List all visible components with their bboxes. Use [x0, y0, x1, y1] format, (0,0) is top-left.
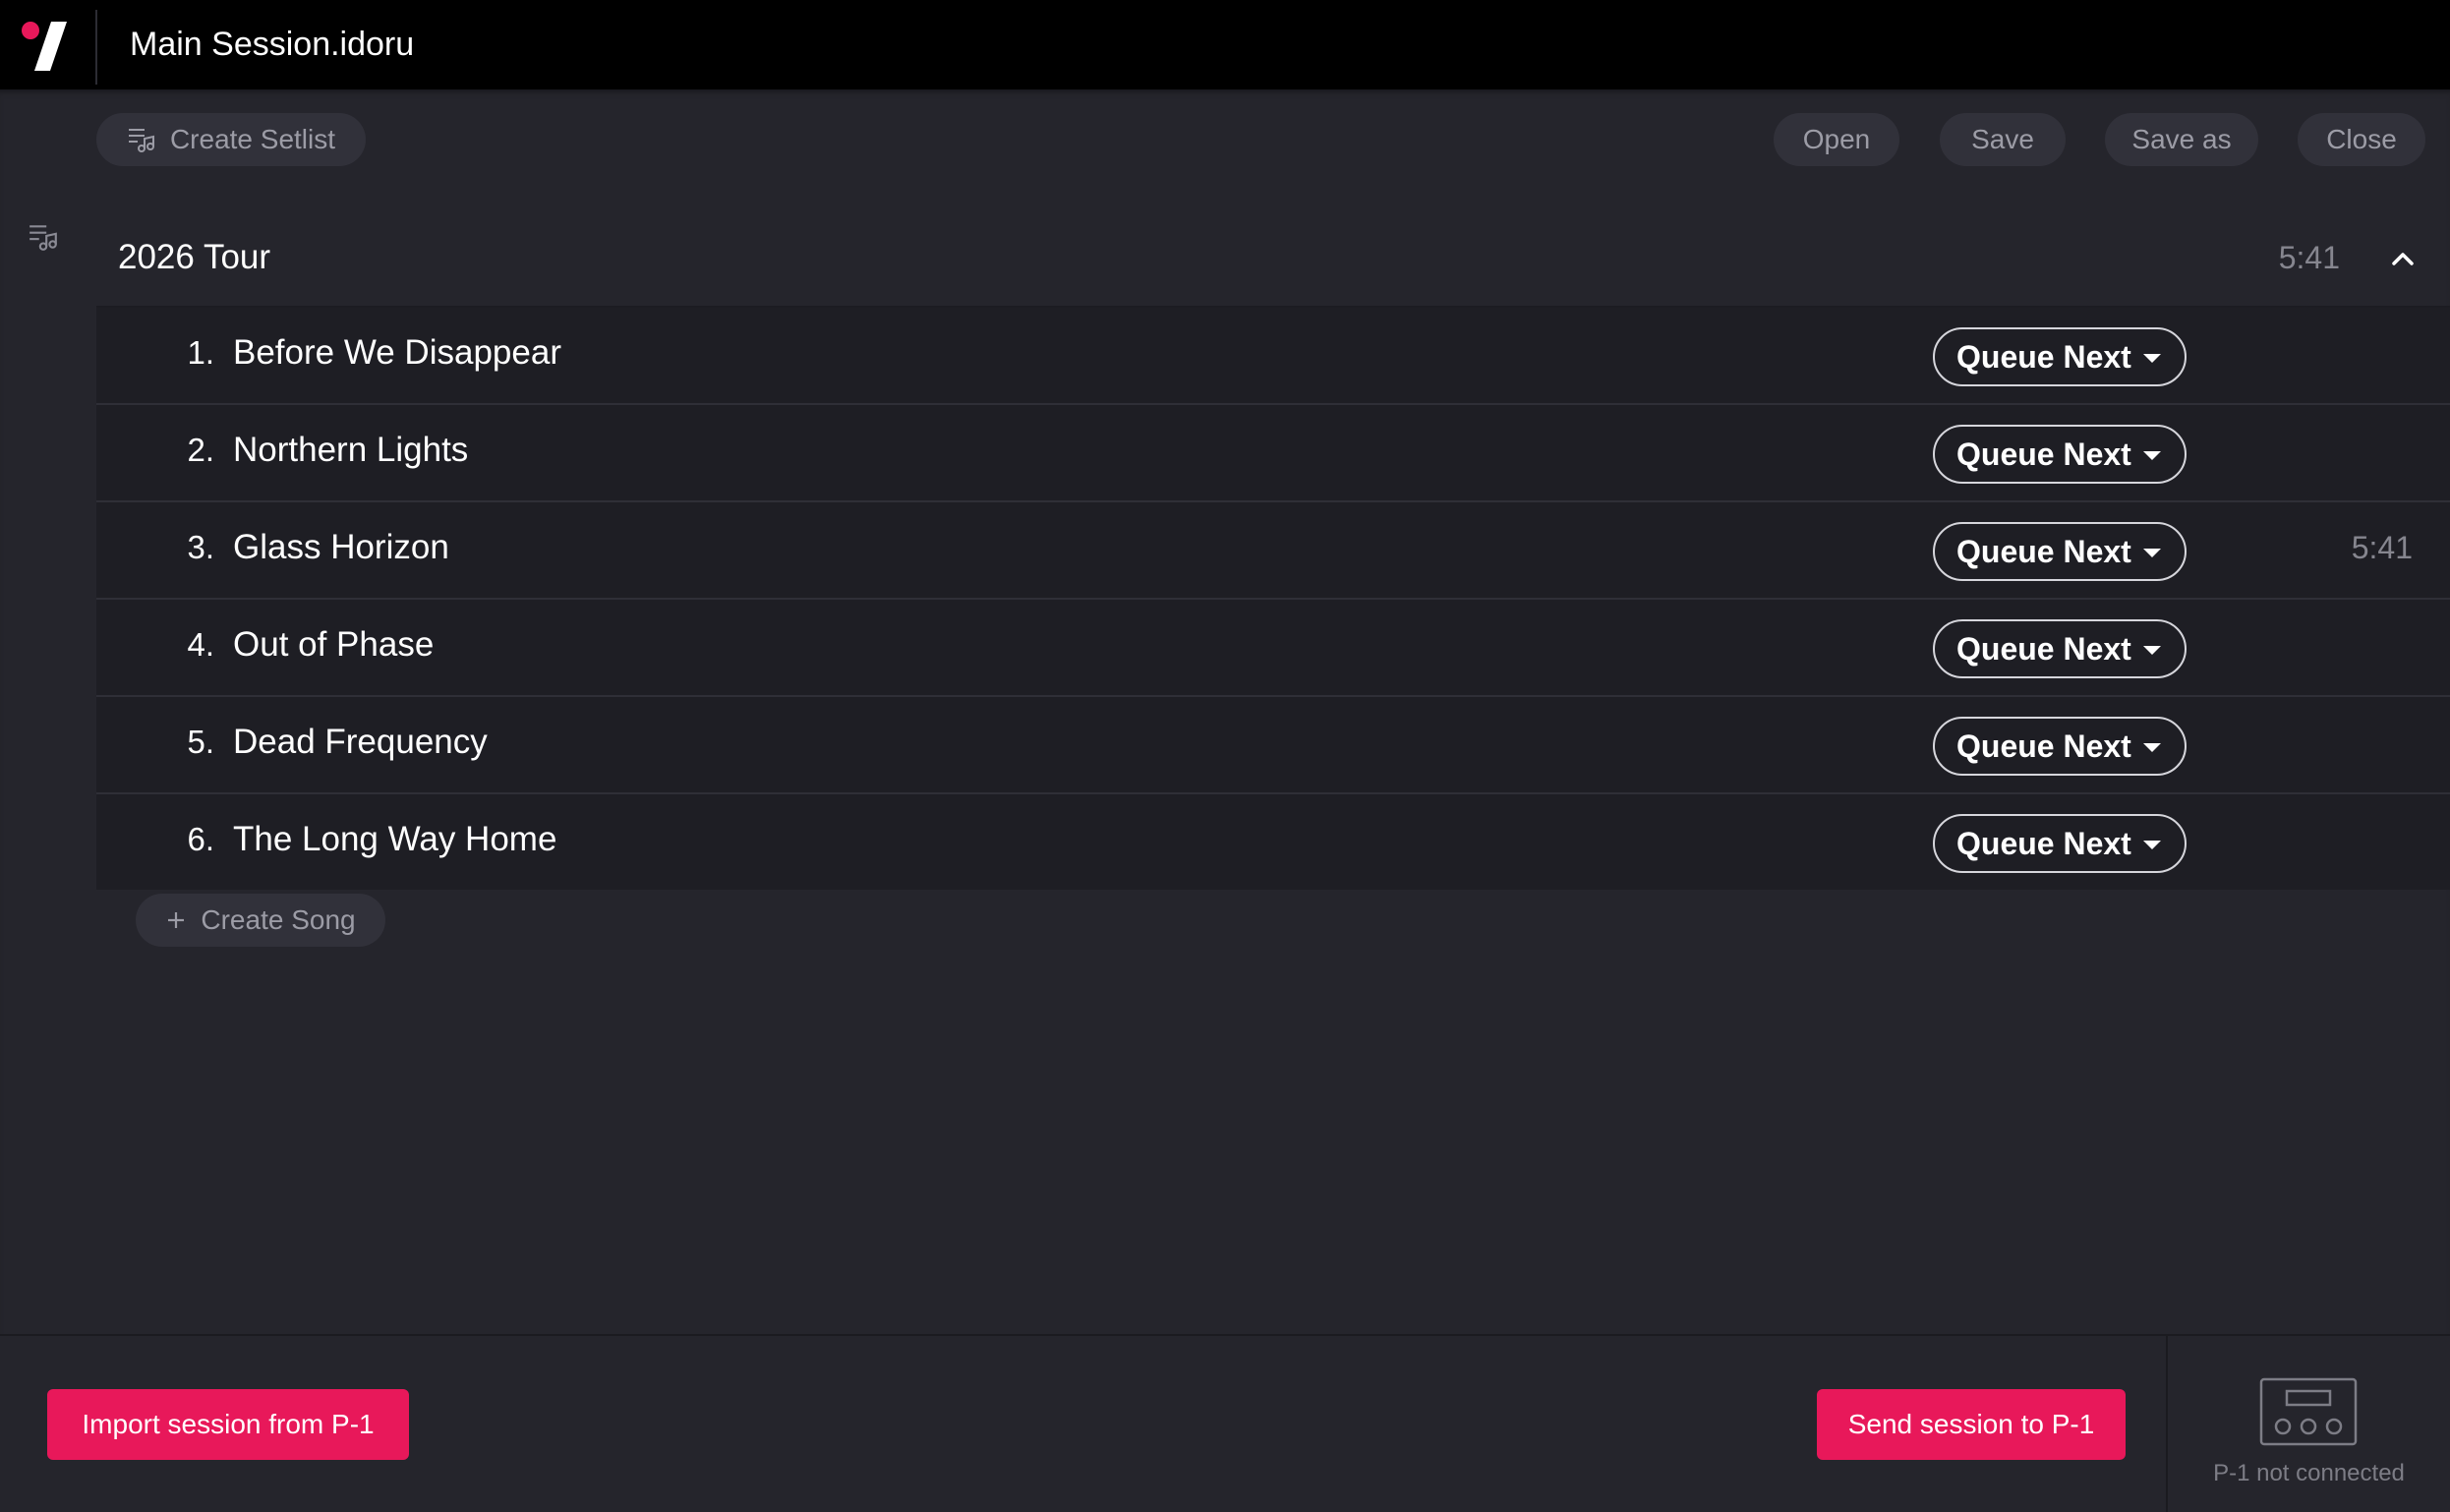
song-title: Northern Lights [233, 431, 469, 469]
create-setlist-label: Create Setlist [169, 124, 336, 154]
send-session-button[interactable]: Send session to P-1 [1817, 1389, 2126, 1460]
song-number: 1. [187, 334, 214, 371]
create-song-button[interactable]: Create Song [136, 894, 385, 947]
playlist-music-icon [127, 125, 156, 154]
queue-next-label: Queue Next [1956, 630, 2131, 667]
queue-next-dropdown[interactable]: Queue Next [1933, 425, 2187, 484]
queue-next-dropdown[interactable]: Queue Next [1933, 814, 2187, 873]
main-area: Create Setlist Open Save Save as Close 2… [0, 89, 2450, 1334]
queue-next-label: Queue Next [1956, 727, 2131, 764]
p1-device-icon [2259, 1377, 2358, 1446]
song-title: Dead Frequency [233, 723, 488, 761]
caret-down-icon [2143, 841, 2161, 849]
chevron-up-icon[interactable] [2385, 241, 2421, 276]
save-as-button[interactable]: Save as [2105, 113, 2258, 166]
queue-next-dropdown[interactable]: Queue Next [1933, 327, 2187, 386]
song-title: Glass Horizon [233, 528, 449, 566]
song-title: Before We Disappear [233, 333, 561, 372]
queue-next-label: Queue Next [1956, 533, 2131, 569]
song-number: 5. [187, 724, 214, 760]
queue-next-dropdown[interactable]: Queue Next [1933, 717, 2187, 776]
song-number: 3. [187, 529, 214, 565]
song-row[interactable]: 2. Northern Lights Queue Next [96, 405, 2450, 502]
caret-down-icon [2143, 646, 2161, 655]
create-setlist-button[interactable]: Create Setlist [96, 113, 366, 166]
song-row[interactable]: 3. Glass Horizon Queue Next 5:41 [96, 502, 2450, 600]
song-number: 4. [187, 626, 214, 663]
song-list: 1. Before We Disappear Queue Next 2. Nor… [96, 308, 2450, 890]
save-button[interactable]: Save [1940, 113, 2066, 166]
song-number: 6. [187, 821, 214, 857]
plus-icon [165, 909, 187, 931]
footer-bar: Import session from P-1 Send session to … [0, 1334, 2450, 1512]
song-number: 2. [187, 432, 214, 468]
song-row[interactable]: 6. The Long Way Home Queue Next [96, 794, 2450, 890]
idoru-logo-icon [22, 22, 67, 71]
song-duration: 5:41 [2351, 530, 2413, 565]
queue-next-dropdown[interactable]: Queue Next [1933, 619, 2187, 678]
queue-next-label: Queue Next [1956, 436, 2131, 472]
setlist-name: 2026 Tour [118, 238, 271, 276]
title-divider [95, 10, 97, 85]
device-status: P-1 not connected [2213, 1460, 2405, 1486]
import-session-button[interactable]: Import session from P-1 [47, 1389, 409, 1460]
setlist-header[interactable]: 2026 Tour 5:41 [96, 209, 2450, 308]
song-title: The Long Way Home [233, 820, 557, 858]
queue-next-label: Queue Next [1956, 825, 2131, 861]
caret-down-icon [2143, 549, 2161, 557]
setlist-side-icon[interactable] [28, 221, 59, 258]
song-title: Out of Phase [233, 625, 435, 664]
caret-down-icon [2143, 354, 2161, 363]
queue-next-label: Queue Next [1956, 338, 2131, 375]
open-button[interactable]: Open [1774, 113, 1899, 166]
title-bar: Main Session.idoru [0, 0, 2450, 89]
caret-down-icon [2143, 743, 2161, 752]
queue-next-dropdown[interactable]: Queue Next [1933, 522, 2187, 581]
create-song-label: Create Song [201, 904, 356, 935]
song-row[interactable]: 1. Before We Disappear Queue Next [96, 308, 2450, 405]
caret-down-icon [2143, 451, 2161, 460]
close-button[interactable]: Close [2298, 113, 2425, 166]
setlist-total-duration: 5:41 [2278, 240, 2340, 275]
app-title: Main Session.idoru [130, 26, 415, 63]
song-row[interactable]: 4. Out of Phase Queue Next [96, 600, 2450, 697]
song-row[interactable]: 5. Dead Frequency Queue Next [96, 697, 2450, 794]
